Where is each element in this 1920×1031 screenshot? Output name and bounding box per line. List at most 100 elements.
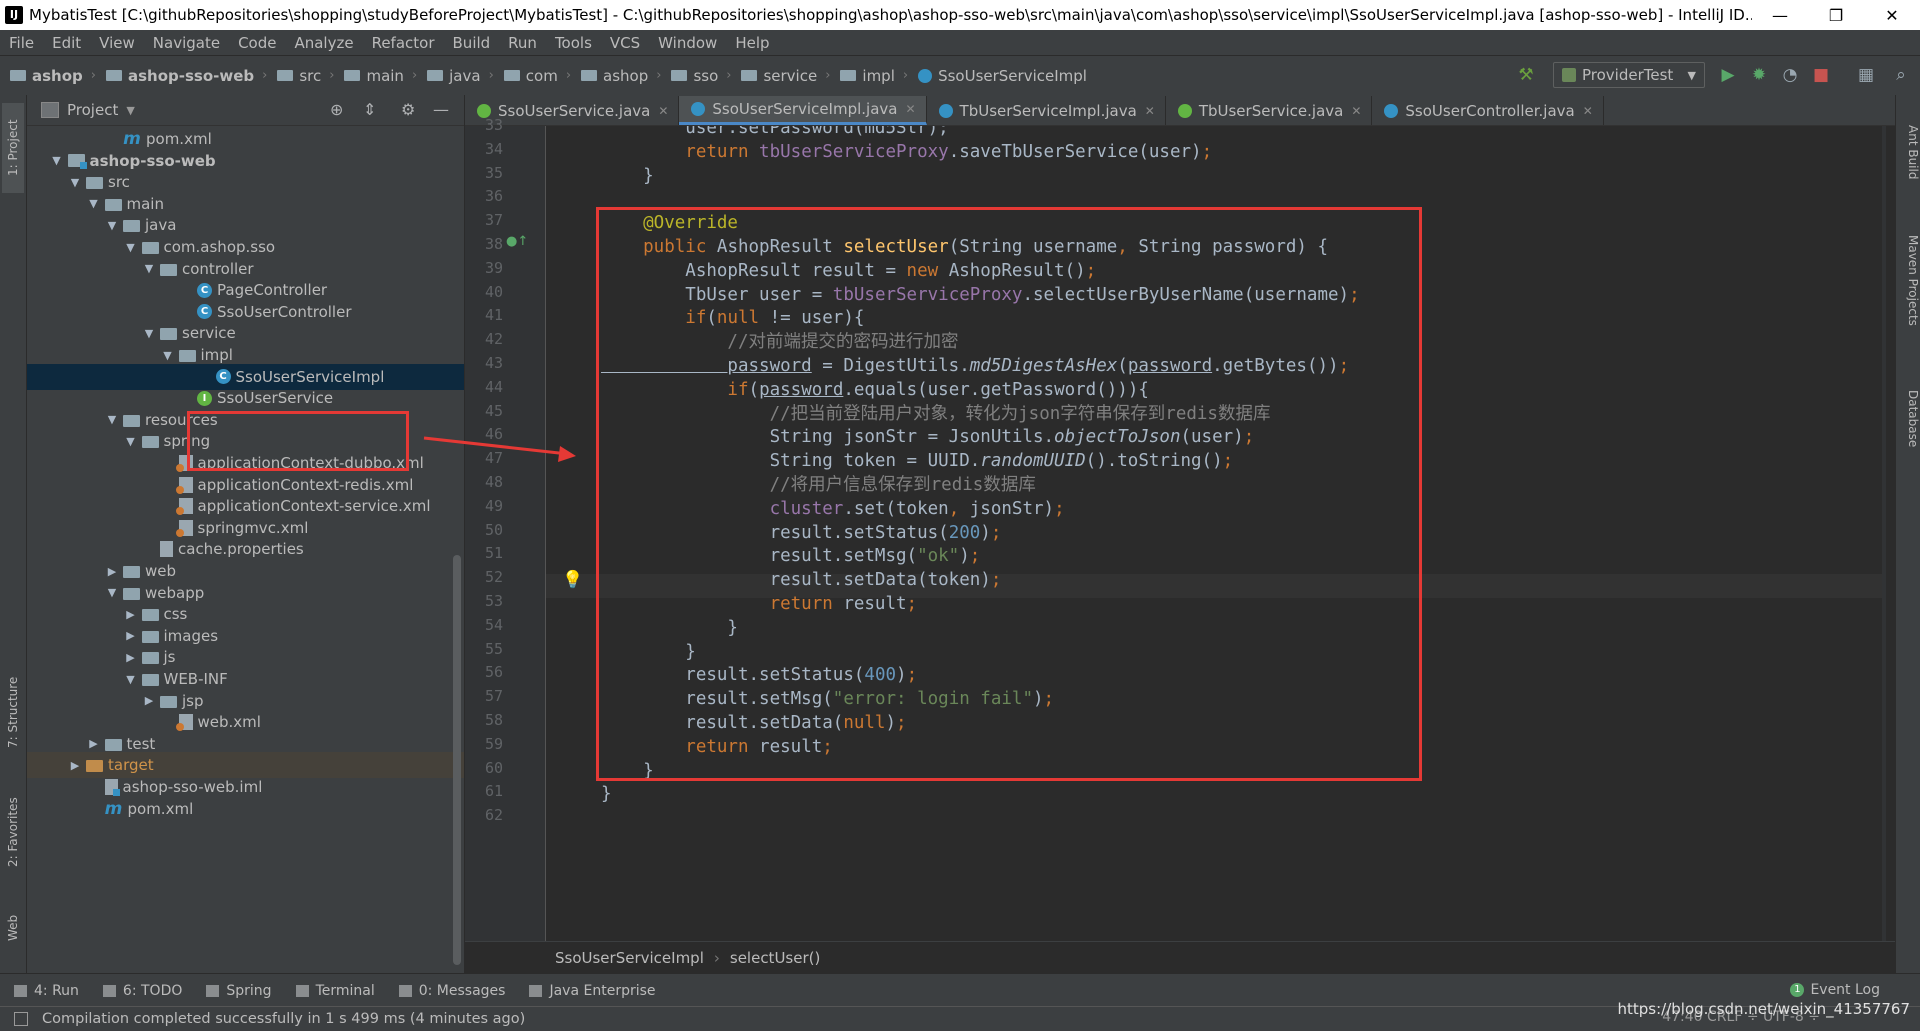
menu-window[interactable]: Window xyxy=(649,34,726,52)
expanded-arrow-icon[interactable]: ▼ xyxy=(124,435,138,448)
tool-tab-maven[interactable]: Maven Projects xyxy=(1898,235,1920,326)
gear-icon[interactable]: ⚙ xyxy=(401,100,415,119)
breadcrumb-method[interactable]: selectUser() xyxy=(730,949,820,967)
bottom-tool-4-run[interactable]: 4: Run xyxy=(14,983,79,999)
bottom-tool-terminal[interactable]: Terminal xyxy=(295,983,375,999)
close-tab-icon[interactable]: ✕ xyxy=(658,104,668,118)
menu-tools[interactable]: Tools xyxy=(546,34,601,52)
maximize-button[interactable]: ❐ xyxy=(1808,0,1864,30)
collapsed-arrow-icon[interactable]: ▶ xyxy=(68,759,82,772)
line-number: 33 xyxy=(484,116,503,134)
stop-icon[interactable]: ■ xyxy=(1812,66,1830,84)
close-button[interactable]: ✕ xyxy=(1864,0,1920,30)
nav-crumb-service[interactable]: service › xyxy=(741,67,830,85)
nav-crumb-java[interactable]: java › xyxy=(427,67,494,85)
run-icon[interactable]: ▶ xyxy=(1719,66,1737,84)
line-number: 56 xyxy=(484,663,503,682)
expanded-arrow-icon[interactable]: ▼ xyxy=(105,586,119,599)
editor-tab[interactable]: SsoUserController.java ✕ xyxy=(1372,96,1604,125)
expanded-arrow-icon[interactable]: ▼ xyxy=(124,673,138,686)
implements-marker-icon[interactable]: ●↑ xyxy=(506,234,528,249)
nav-crumb-com[interactable]: com › xyxy=(503,67,571,85)
nav-crumb-sso[interactable]: sso › xyxy=(671,67,731,85)
iml-icon xyxy=(104,779,120,796)
project-panel-title[interactable]: Project xyxy=(67,101,118,119)
folder-icon xyxy=(741,70,758,81)
tool-tab-structure[interactable]: 7: Structure xyxy=(2,660,24,765)
package-icon xyxy=(141,242,159,254)
menu-analyze[interactable]: Analyze xyxy=(285,34,362,52)
project-scrollbar[interactable] xyxy=(453,555,461,965)
collapsed-arrow-icon[interactable]: ▶ xyxy=(124,629,138,642)
close-tab-icon[interactable]: ✕ xyxy=(1351,104,1361,118)
collapsed-arrow-icon[interactable]: ▶ xyxy=(124,608,138,621)
collapse-all-icon[interactable]: ⇕ xyxy=(363,100,376,119)
close-tab-icon[interactable]: ✕ xyxy=(1583,104,1593,118)
tree-item[interactable]: m pom.xml xyxy=(27,796,464,822)
nav-crumb-ssouserserviceimpl[interactable]: SsoUserServiceImpl xyxy=(918,67,1087,85)
locate-icon[interactable]: ⊕ xyxy=(330,100,343,119)
tool-tab-project[interactable]: 1: Project xyxy=(2,103,24,193)
expanded-arrow-icon[interactable]: ▼ xyxy=(161,349,175,362)
project-icon xyxy=(41,102,59,118)
bottom-tool-java-enterprise[interactable]: Java Enterprise xyxy=(529,983,656,999)
tool-tab-favorites[interactable]: 2: Favorites xyxy=(2,785,24,880)
menu-view[interactable]: View xyxy=(90,34,144,52)
status-window-icon[interactable] xyxy=(14,1012,28,1026)
expanded-arrow-icon[interactable]: ▼ xyxy=(105,219,119,232)
expanded-arrow-icon[interactable]: ▼ xyxy=(142,262,156,275)
menu-edit[interactable]: Edit xyxy=(43,34,90,52)
close-tab-icon[interactable]: ✕ xyxy=(905,102,915,116)
tree-item-label: pom.xml xyxy=(127,799,194,818)
collapsed-arrow-icon[interactable]: ▶ xyxy=(105,565,119,578)
tool-tab-ant-build[interactable]: Ant Build xyxy=(1898,125,1920,179)
lightbulb-icon[interactable]: 💡 xyxy=(562,570,583,590)
editor-tab[interactable]: TbUserService.java ✕ xyxy=(1166,96,1373,125)
project-structure-icon[interactable]: ▦ xyxy=(1857,66,1875,84)
expanded-arrow-icon[interactable]: ▼ xyxy=(105,413,119,426)
chevron-down-icon[interactable]: ▼ xyxy=(126,104,134,117)
xml-icon xyxy=(175,714,193,732)
breadcrumb-class[interactable]: SsoUserServiceImpl xyxy=(555,949,704,967)
tool-tab-database[interactable]: Database xyxy=(1898,390,1920,447)
nav-crumb-ashop-sso-web[interactable]: ashop-sso-web › xyxy=(105,67,267,85)
collapsed-arrow-icon[interactable]: ▶ xyxy=(87,737,101,750)
menu-file[interactable]: File xyxy=(0,34,43,52)
nav-crumb-impl[interactable]: impl › xyxy=(840,67,908,85)
debug-icon[interactable]: ✹ xyxy=(1750,66,1768,84)
nav-crumb-main[interactable]: main › xyxy=(344,67,417,85)
hide-icon[interactable]: — xyxy=(433,100,449,119)
expanded-arrow-icon[interactable]: ▼ xyxy=(124,241,138,254)
nav-crumb-src[interactable]: src › xyxy=(277,67,334,85)
collapsed-arrow-icon[interactable]: ▶ xyxy=(142,694,156,707)
menu-code[interactable]: Code xyxy=(229,34,285,52)
menu-help[interactable]: Help xyxy=(726,34,778,52)
minimize-button[interactable]: — xyxy=(1752,0,1808,30)
expanded-arrow-icon[interactable]: ▼ xyxy=(50,154,64,167)
line-number: 37 xyxy=(484,211,503,230)
menu-navigate[interactable]: Navigate xyxy=(144,34,229,52)
menu-build[interactable]: Build xyxy=(444,34,500,52)
expanded-arrow-icon[interactable]: ▼ xyxy=(68,176,82,189)
coverage-icon[interactable]: ◔ xyxy=(1781,66,1799,84)
event-log-button[interactable]: 1 Event Log xyxy=(1790,982,1880,998)
search-icon[interactable]: ⌕ xyxy=(1892,66,1910,84)
bottom-tool-0-messages[interactable]: 0: Messages xyxy=(398,983,505,999)
close-tab-icon[interactable]: ✕ xyxy=(1145,104,1155,118)
collapsed-arrow-icon[interactable]: ▶ xyxy=(124,651,138,664)
bottom-tool-spring[interactable]: Spring xyxy=(206,983,272,999)
nav-crumb-ashop[interactable]: ashop › xyxy=(10,67,96,85)
tool-tab-web[interactable]: Web xyxy=(2,903,24,953)
expanded-arrow-icon[interactable]: ▼ xyxy=(87,197,101,210)
bottom-tool-6-todo[interactable]: 6: TODO xyxy=(102,983,182,999)
editor-tab[interactable]: TbUserServiceImpl.java ✕ xyxy=(927,96,1166,125)
menu-run[interactable]: Run xyxy=(499,34,546,52)
nav-crumb-ashop[interactable]: ashop › xyxy=(581,67,661,85)
menu-vcs[interactable]: VCS xyxy=(601,34,649,52)
editor-tab[interactable]: SsoUserServiceImpl.java ✕ xyxy=(679,96,927,125)
menu-refactor[interactable]: Refactor xyxy=(363,34,444,52)
build-hammer-icon[interactable]: ⚒ xyxy=(1517,66,1535,84)
run-config-dropdown[interactable]: ProviderTest ▼ xyxy=(1553,62,1705,88)
expanded-arrow-icon[interactable]: ▼ xyxy=(142,327,156,340)
tree-item-label: SsoUserServiceImpl xyxy=(235,367,385,386)
